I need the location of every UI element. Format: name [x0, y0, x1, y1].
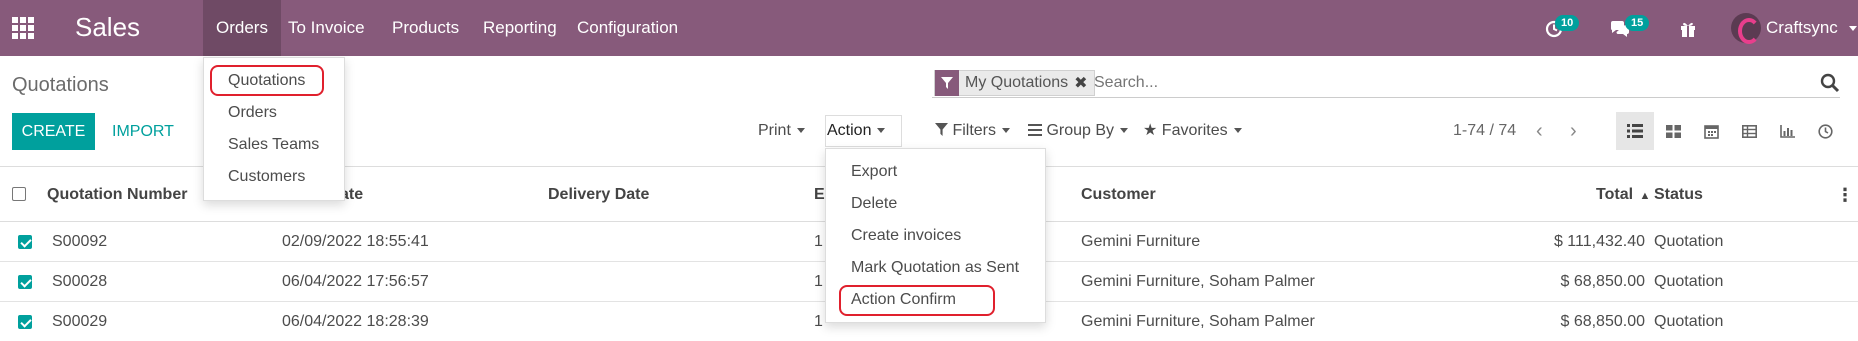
chevron-down-icon	[1002, 128, 1011, 134]
cell-date: 02/09/2022 18:55:41	[282, 233, 429, 250]
view-switcher	[1616, 112, 1844, 150]
action-dropdown-menu: Export Delete Create invoices Mark Quota…	[825, 148, 1046, 323]
chevron-down-icon	[1848, 26, 1857, 32]
filter-icon	[935, 123, 948, 136]
cell-status: Quotation	[1654, 233, 1724, 250]
menu-configuration[interactable]: Configuration	[564, 0, 691, 56]
orders-dropdown-menu: Quotations Orders Sales Teams Customers	[203, 57, 345, 201]
action-item-mark-sent[interactable]: Mark Quotation as Sent	[851, 259, 1019, 277]
action-item-action-confirm[interactable]: Action Confirm	[851, 291, 956, 309]
filter-icon	[935, 70, 959, 96]
column-delivery-date[interactable]: Delivery Date	[548, 167, 649, 223]
row-checkbox[interactable]	[18, 235, 32, 249]
cell-date: 06/04/2022 18:28:39	[282, 313, 429, 330]
select-all-checkbox[interactable]	[12, 187, 26, 201]
search-bar: My Quotations ✖	[932, 68, 1840, 98]
gift-button[interactable]	[1679, 0, 1697, 56]
cell-expected: 1	[814, 273, 823, 290]
search-icon[interactable]	[1820, 73, 1840, 93]
chevron-down-icon	[877, 128, 886, 134]
cell-total: $ 111,432.40	[1553, 233, 1645, 250]
cell-expected: 1	[814, 313, 823, 330]
app-name[interactable]: Sales	[75, 12, 140, 43]
user-avatar[interactable]	[1731, 13, 1761, 44]
favorites-button[interactable]: ★ Favorites	[1143, 117, 1242, 145]
cell-customer: Gemini Furniture, Soham Palmer	[1081, 273, 1315, 290]
group-by-button[interactable]: Group By	[1028, 117, 1129, 145]
cell-number: S00092	[52, 233, 108, 250]
search-facet: My Quotations ✖	[934, 70, 1095, 96]
group-by-label: Group By	[1046, 122, 1115, 139]
column-total[interactable]: Total ▲	[1596, 167, 1650, 223]
action-button[interactable]: Action	[825, 115, 902, 147]
star-icon: ★	[1143, 122, 1158, 139]
menu-orders[interactable]: Orders	[203, 0, 281, 56]
sort-ascending-icon: ▲	[1639, 190, 1651, 202]
menu-to-invoice[interactable]: To Invoice	[275, 0, 378, 56]
menu-item-sales-teams[interactable]: Sales Teams	[228, 136, 319, 154]
cell-number: S00029	[52, 313, 108, 330]
graph-view-icon[interactable]	[1768, 112, 1806, 150]
import-button[interactable]: IMPORT	[102, 113, 184, 150]
cell-total: $ 68,850.00	[1560, 313, 1645, 330]
menu-reporting[interactable]: Reporting	[470, 0, 570, 56]
pager-next-icon[interactable]: ›	[1570, 117, 1577, 145]
user-menu[interactable]: Craftsync	[1766, 0, 1857, 56]
cell-number: S00028	[52, 273, 108, 290]
action-item-delete[interactable]: Delete	[851, 195, 897, 213]
page-title: Quotations	[12, 74, 109, 96]
row-checkbox[interactable]	[18, 315, 32, 329]
app-grid-icon[interactable]	[12, 17, 34, 39]
group-by-icon	[1028, 124, 1042, 136]
chevron-down-icon	[796, 128, 805, 134]
messages-badge: 15	[1625, 15, 1650, 31]
column-status[interactable]: Status	[1654, 167, 1703, 223]
cell-date: 06/04/2022 17:56:57	[282, 273, 429, 290]
top-navbar: Sales Orders To Invoice Products Reporti…	[0, 0, 1858, 56]
print-button[interactable]: Print	[758, 117, 805, 145]
list-view-icon[interactable]	[1616, 112, 1654, 150]
column-expected-date[interactable]: E	[814, 167, 825, 223]
cell-total: $ 68,850.00	[1560, 273, 1645, 290]
user-name: Craftsync	[1766, 18, 1838, 37]
action-label: Action	[827, 122, 872, 139]
chevron-down-icon	[1233, 128, 1242, 134]
action-item-create-invoices[interactable]: Create invoices	[851, 227, 961, 245]
filters-button[interactable]: Filters	[935, 117, 1011, 145]
menu-products[interactable]: Products	[379, 0, 472, 56]
kanban-view-icon[interactable]	[1654, 112, 1692, 150]
menu-item-quotations[interactable]: Quotations	[228, 72, 305, 90]
column-customer[interactable]: Customer	[1081, 167, 1156, 223]
chevron-down-icon	[1120, 128, 1129, 134]
facet-label: My Quotations	[965, 74, 1069, 91]
cell-customer: Gemini Furniture, Soham Palmer	[1081, 313, 1315, 330]
pager-previous-icon[interactable]: ‹	[1536, 117, 1543, 145]
create-button[interactable]: CREATE	[12, 113, 95, 150]
pager-value[interactable]: 1-74 / 74	[1453, 117, 1516, 145]
menu-item-customers[interactable]: Customers	[228, 168, 305, 186]
activity-view-icon[interactable]	[1806, 112, 1844, 150]
cell-customer: Gemini Furniture	[1081, 233, 1201, 250]
calendar-view-icon[interactable]	[1692, 112, 1730, 150]
cell-status: Quotation	[1654, 273, 1724, 290]
gift-icon	[1681, 22, 1695, 37]
close-icon[interactable]: ✖	[1074, 73, 1093, 93]
row-checkbox[interactable]	[18, 275, 32, 289]
optional-columns-icon[interactable]: ⋮	[1836, 167, 1854, 223]
column-total-label: Total	[1596, 186, 1634, 203]
cell-expected: 1	[814, 233, 823, 250]
activity-badge: 10	[1555, 15, 1580, 31]
cell-status: Quotation	[1654, 313, 1724, 330]
search-input[interactable]	[1094, 71, 1794, 95]
filters-label: Filters	[952, 122, 997, 139]
pivot-view-icon[interactable]	[1730, 112, 1768, 150]
print-label: Print	[758, 122, 791, 139]
menu-item-orders[interactable]: Orders	[228, 104, 277, 122]
favorites-label: Favorites	[1161, 122, 1228, 139]
action-item-export[interactable]: Export	[851, 163, 897, 181]
column-quotation-number[interactable]: Quotation Number	[47, 167, 187, 223]
